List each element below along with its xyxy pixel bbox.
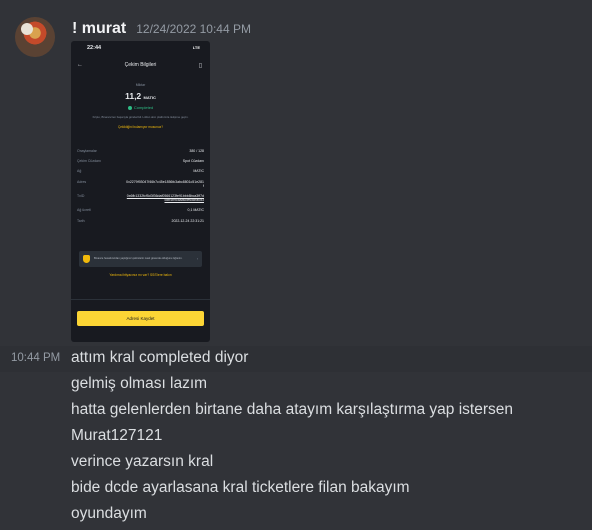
status-note: Kripto, Binance'ten başarıyla gönderildi… [92,115,189,119]
detail-key: Tarih [77,218,85,223]
banner-text: Binance hesabınızdan yaptığınız çekimler… [94,257,183,261]
detail-key: Ağ [77,169,82,174]
detail-row: Adres 0x2279f93047f46b7c45e1856fc3abc8801… [77,180,204,188]
details-list: Onaylamalar 380 / 128 Çekim Cüzdanı Spot C… [77,149,204,229]
phone-status-bar: 22:44 LTE [87,45,200,51]
detail-row: Onaylamalar 380 / 128 [77,149,204,153]
check-icon [127,105,132,110]
amount-value: 11,2 MATIC [71,91,210,101]
chat-line: hatta gelenlerden birtane daha atayım ka… [71,401,513,418]
shield-icon [83,255,90,263]
user-avatar[interactable] [15,17,55,57]
detail-key: Ağ ücreti [77,208,91,213]
back-arrow-icon: ← [77,62,83,68]
detail-value: 0x6fb1332fcf5d3f36daf0566123fe91bbb8bca3… [126,194,204,203]
chat-line: bide dcde ayarlasana kral ticketlere fil… [71,479,410,496]
detail-value: 380 / 128 [189,149,204,153]
username[interactable]: ! murat [72,20,126,38]
detail-key: Adres [77,179,87,184]
detail-value: Spot Cüzdanı [182,159,204,164]
amount-number: 11,2 [125,91,142,101]
chat-line: oyundayım [71,505,147,522]
document-icon: ▯ [198,62,202,69]
detail-row: Ağ MATIC [77,169,204,173]
chat-line: attım kral completed diyor [71,349,249,366]
screen-title: Çekim Bilgileri [124,62,157,68]
help-link: Yardıma ihtiyacınız mı var? SSS'lere bak… [109,273,172,277]
message-timestamp: 12/24/2022 10:44 PM [136,22,251,36]
status-completed: Completed [71,105,210,110]
detail-key: TxID [77,194,85,199]
detail-row: Çekim Cüzdanı Spot Cüzdanı [77,159,204,163]
save-address-button: Adresi Kaydet [77,311,204,326]
chevron-right-icon: › [196,257,198,261]
chat-line: verince yazarsın kral [71,453,214,470]
amount-currency: MATIC [143,95,156,100]
detail-row: Ağ ücreti 0,1 MATIC [77,208,204,212]
chat-line: Murat127121 [71,427,163,444]
divider [71,299,210,300]
detail-value: 0,1 MATIC [187,208,204,213]
message-header: ! murat 12/24/2022 10:44 PM [72,20,251,38]
detail-value: 2022-12-24 22:31:21 [171,218,205,223]
screen-topbar: ← Çekim Bilgileri ▯ [71,58,210,72]
note-link: Çekildiğini bulamıyor musunuz? [117,125,163,129]
hover-timestamp: 10:44 PM [11,352,61,364]
detail-key: Çekim Cüzdanı [77,159,101,164]
detail-value: MATIC [193,169,204,174]
chat-line: gelmiş olması lazım [71,375,208,392]
status-text: Completed [133,105,154,110]
detail-key: Onaylamalar [77,149,97,153]
amount-label: Miktar [135,83,146,87]
attached-screenshot[interactable]: 22:44 LTE ← Çekim Bilgileri ▯ Miktar 11,… [71,41,210,342]
detail-row: TxID 0x6fb1332fcf5d3f36daf0566123fe91bbb8… [77,194,204,202]
phone-clock: 22:44 [87,45,102,51]
security-banner: Binance hesabınızdan yaptığınız çekimler… [79,251,202,267]
detail-row: Tarih 2022-12-24 22:31:21 [77,219,204,223]
detail-value: 0x2279f93047f46b7c45e1856fc3abc8801c51e2… [126,179,204,188]
phone-network: LTE [192,45,200,50]
